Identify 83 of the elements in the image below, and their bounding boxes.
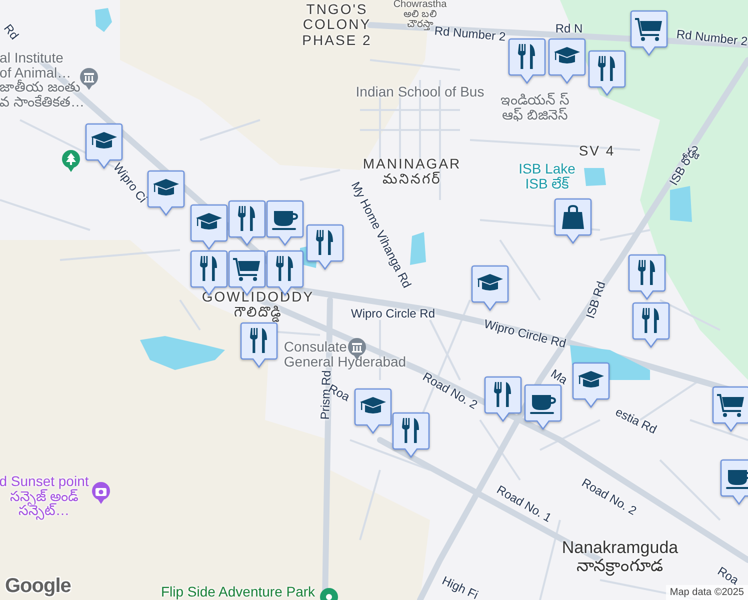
map-label: Wipro Circle Rd bbox=[482, 318, 568, 350]
fork-knife-icon bbox=[494, 382, 511, 407]
street bbox=[660, 299, 720, 331]
shopping-cart-icon bbox=[717, 394, 744, 417]
map-label: జాతీయ జంతు bbox=[0, 80, 80, 95]
map-label: ISB రోడ్డు bbox=[667, 142, 701, 188]
camera-icon[interactable] bbox=[92, 482, 110, 504]
map-label: Flip Side Adventure Park bbox=[160, 584, 316, 600]
map-label: estia Rd bbox=[613, 406, 659, 436]
shopping-cart-icon bbox=[635, 18, 662, 41]
map-label: TNGO'S bbox=[306, 2, 368, 18]
coffee-cup-icon bbox=[530, 395, 556, 414]
coffee-cup-icon bbox=[272, 211, 298, 230]
building-icon[interactable] bbox=[80, 68, 98, 90]
map-label: Rd Number 2 bbox=[676, 28, 748, 48]
shopping-bag-icon bbox=[562, 205, 584, 229]
map-label: సన్సెజ్ అండ్ bbox=[10, 488, 78, 504]
map-label: Rd bbox=[1, 22, 21, 42]
fork-knife-icon bbox=[642, 308, 659, 333]
map-label: GOWLIDODDY bbox=[202, 290, 314, 305]
lake bbox=[410, 232, 426, 265]
graduation-cap-icon bbox=[91, 132, 117, 148]
graduation-cap-icon bbox=[477, 274, 503, 290]
fork-knife-icon bbox=[238, 206, 255, 231]
street bbox=[300, 169, 340, 181]
map-label: al Institute bbox=[0, 50, 64, 66]
fork-knife-icon bbox=[638, 260, 655, 285]
map-label: అలి బలి bbox=[404, 10, 436, 20]
map-label: మనినగర్ bbox=[382, 172, 442, 188]
map-label: చౌరస్తా bbox=[407, 20, 433, 30]
map-label: ISB Rd bbox=[584, 280, 608, 320]
map-marker[interactable] bbox=[720, 459, 748, 505]
fork-knife-icon bbox=[200, 256, 217, 281]
attribution-text: Map data ©2025 bbox=[666, 585, 748, 600]
fork-knife-icon bbox=[250, 328, 267, 353]
tree-icon[interactable] bbox=[62, 150, 80, 172]
graduation-cap-icon bbox=[360, 397, 386, 414]
shopping-cart-icon bbox=[233, 258, 260, 281]
graduation-cap-icon bbox=[196, 213, 222, 230]
map-label: Nanakramguda bbox=[562, 539, 678, 557]
map-label: Rd Number 2 bbox=[434, 24, 506, 44]
map-label: Wipro Circle Rd bbox=[351, 308, 435, 320]
map-label: General Hyderabad bbox=[284, 354, 406, 369]
fork-knife-icon bbox=[316, 230, 333, 255]
map-label: Ma bbox=[548, 367, 570, 387]
map-label: ISB లేక్ bbox=[525, 176, 569, 191]
map-label: High Fi bbox=[440, 574, 480, 600]
street bbox=[499, 239, 541, 301]
street bbox=[200, 119, 260, 141]
map-label: d Sunset point bbox=[0, 474, 89, 489]
map-label: నానక్రాంగూడ bbox=[576, 557, 664, 575]
lake bbox=[584, 168, 606, 186]
fork-knife-icon bbox=[276, 256, 293, 281]
map-label: ఆఫ్ బిజినెస్ bbox=[502, 107, 568, 122]
street bbox=[540, 419, 600, 451]
fork-knife-icon bbox=[518, 44, 535, 69]
graduation-cap-icon bbox=[554, 47, 580, 64]
map-label: ISB Lake bbox=[518, 161, 576, 176]
map-label: Roa bbox=[715, 564, 741, 588]
fork-knife-icon bbox=[598, 56, 615, 81]
map-label: వ సాంకేతికత… bbox=[0, 94, 84, 110]
map-label: of Animal… bbox=[0, 65, 72, 80]
map-label: గౌలిదొడ్డి bbox=[234, 305, 282, 320]
map-label: COLONY bbox=[302, 17, 372, 33]
map-label: Chowrastha bbox=[393, 0, 447, 10]
map-label: Consulate bbox=[284, 339, 347, 354]
graduation-cap-icon bbox=[153, 179, 179, 196]
fork-knife-icon bbox=[402, 418, 419, 443]
street bbox=[179, 299, 201, 331]
street bbox=[479, 419, 521, 481]
map-marker[interactable] bbox=[712, 386, 748, 432]
graduation-cap-icon bbox=[578, 371, 604, 388]
coffee-cup-icon bbox=[726, 470, 748, 489]
map-label: ఇండియన్ స్ bbox=[500, 92, 570, 107]
lake bbox=[95, 8, 112, 32]
street bbox=[659, 459, 721, 521]
map-label: Rd N bbox=[555, 22, 583, 36]
lake bbox=[670, 186, 692, 222]
map-label: SV 4 bbox=[578, 143, 616, 159]
map-label: Indian School of Bus bbox=[356, 84, 484, 100]
map-label: MANINAGAR bbox=[362, 156, 462, 172]
map-label: PHASE 2 bbox=[302, 32, 372, 48]
logo: Google bbox=[5, 575, 71, 598]
